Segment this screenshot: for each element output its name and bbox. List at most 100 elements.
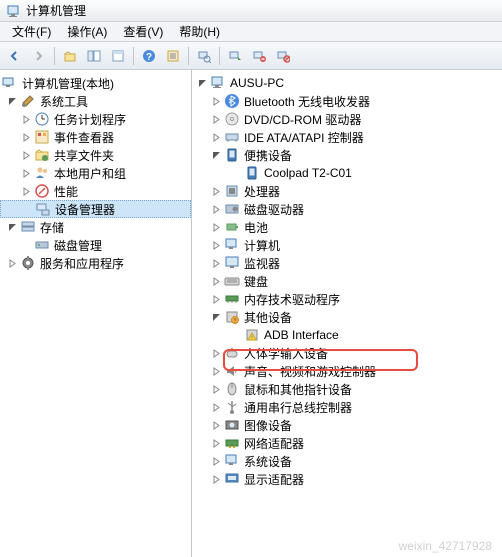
node-label: IDE ATA/ATAPI 控制器 — [244, 129, 364, 146]
expand-icon[interactable] — [210, 257, 222, 269]
device-node-display[interactable]: 显示适配器 — [192, 470, 502, 488]
app-icon — [6, 3, 22, 19]
node-computer-management-local[interactable]: 计算机管理(本地) — [0, 74, 191, 92]
help-button[interactable]: ? — [138, 45, 160, 67]
disable-button[interactable] — [272, 45, 294, 67]
node-system-tools[interactable]: 系统工具 — [0, 92, 191, 110]
mem-icon — [224, 291, 240, 307]
device-node-disk_drives[interactable]: 磁盘驱动器 — [192, 200, 502, 218]
window-title: 计算机管理 — [26, 2, 86, 19]
node-label: 本地用户和组 — [54, 165, 126, 182]
storage-icon — [20, 219, 36, 235]
expand-icon[interactable] — [210, 95, 222, 107]
expand-icon[interactable] — [210, 131, 222, 143]
expand-icon[interactable] — [210, 113, 222, 125]
node-label: 计算机 — [244, 237, 280, 254]
collapse-icon[interactable] — [6, 95, 18, 107]
node-local-users-groups[interactable]: 本地用户和组 — [0, 164, 191, 182]
expand-icon[interactable] — [210, 473, 222, 485]
device-node-dvd[interactable]: DVD/CD-ROM 驱动器 — [192, 110, 502, 128]
collapse-icon[interactable] — [196, 77, 208, 89]
back-button[interactable] — [4, 45, 26, 67]
node-label: DVD/CD-ROM 驱动器 — [244, 111, 361, 128]
device-node-batteries[interactable]: 电池 — [192, 218, 502, 236]
scan-button[interactable] — [193, 45, 215, 67]
node-performance[interactable]: 性能 — [0, 182, 191, 200]
device-node-keyboards[interactable]: 键盘 — [192, 272, 502, 290]
computer-icon — [210, 75, 226, 91]
device-node-processors[interactable]: 处理器 — [192, 182, 502, 200]
expand-icon[interactable] — [210, 365, 222, 377]
device-tree-pane: AUSU-PC Bluetooth 无线电收发器DVD/CD-ROM 驱动器ID… — [192, 70, 502, 557]
properties-button[interactable] — [162, 45, 184, 67]
device-node-portable[interactable]: 便携设备 — [192, 146, 502, 164]
expand-icon[interactable] — [210, 455, 222, 467]
other-icon: ? — [224, 309, 240, 325]
expand-icon[interactable] — [20, 131, 32, 143]
expand-icon[interactable] — [210, 401, 222, 413]
node-shared-folders[interactable]: 共享文件夹 — [0, 146, 191, 164]
comp-icon — [224, 237, 240, 253]
expand-icon[interactable] — [210, 347, 222, 359]
watermark-text: weixin_42717928 — [399, 539, 492, 553]
device-node-memory_tech[interactable]: 内存技术驱动程序 — [192, 290, 502, 308]
expand-icon[interactable] — [6, 257, 18, 269]
node-device-manager[interactable]: 设备管理器 — [0, 200, 191, 218]
menu-view[interactable]: 查看(V) — [115, 23, 171, 40]
device-node-other_devices[interactable]: ?其他设备 — [192, 308, 502, 326]
device-node-hid[interactable]: 人体学输入设备 — [192, 344, 502, 362]
expand-icon[interactable] — [210, 221, 222, 233]
expand-icon[interactable] — [210, 239, 222, 251]
device-node-sound[interactable]: 声音、视频和游戏控制器 — [192, 362, 502, 380]
up-button[interactable] — [59, 45, 81, 67]
node-event-viewer[interactable]: 事件查看器 — [0, 128, 191, 146]
expand-icon[interactable] — [20, 185, 32, 197]
expand-icon[interactable] — [20, 167, 32, 179]
dvd-icon — [224, 111, 240, 127]
device-node-mice[interactable]: 鼠标和其他指针设备 — [192, 380, 502, 398]
collapse-icon[interactable] — [6, 221, 18, 233]
device-node-network[interactable]: 网络适配器 — [192, 434, 502, 452]
expand-icon[interactable] — [20, 113, 32, 125]
expand-icon[interactable] — [210, 275, 222, 287]
device-node-bluetooth[interactable]: Bluetooth 无线电收发器 — [192, 92, 502, 110]
forward-button[interactable] — [28, 45, 50, 67]
collapse-icon[interactable] — [210, 149, 222, 161]
device-node-adb[interactable]: !ADB Interface — [192, 326, 502, 344]
menu-action[interactable]: 操作(A) — [59, 23, 115, 40]
device-node-monitors[interactable]: 监视器 — [192, 254, 502, 272]
expand-icon[interactable] — [210, 437, 222, 449]
node-label: 系统工具 — [40, 93, 88, 110]
collapse-icon[interactable] — [210, 311, 222, 323]
node-services-apps[interactable]: 服务和应用程序 — [0, 254, 191, 272]
device-node-system_devices[interactable]: 系统设备 — [192, 452, 502, 470]
device-node-coolpad[interactable]: Coolpad T2-C01 — [192, 164, 502, 182]
node-label: Coolpad T2-C01 — [264, 166, 352, 180]
expand-icon[interactable] — [210, 383, 222, 395]
node-label: 任务计划程序 — [54, 111, 126, 128]
node-disk-management[interactable]: 磁盘管理 — [0, 236, 191, 254]
expand-icon[interactable] — [20, 149, 32, 161]
uninstall-button[interactable] — [248, 45, 270, 67]
node-label: 服务和应用程序 — [40, 255, 124, 272]
sys-icon — [224, 453, 240, 469]
show-hide-tree-button[interactable] — [83, 45, 105, 67]
device-node-ide[interactable]: IDE ATA/ATAPI 控制器 — [192, 128, 502, 146]
menu-help[interactable]: 帮助(H) — [171, 23, 228, 40]
computer-management-icon — [2, 75, 18, 91]
expand-icon[interactable] — [210, 419, 222, 431]
node-storage[interactable]: 存储 — [0, 218, 191, 236]
device-node-computer[interactable]: 计算机 — [192, 236, 502, 254]
device-node-imaging[interactable]: 图像设备 — [192, 416, 502, 434]
expand-icon[interactable] — [210, 293, 222, 305]
node-task-scheduler[interactable]: 任务计划程序 — [0, 110, 191, 128]
disk-icon — [224, 201, 240, 217]
node-computer-root[interactable]: AUSU-PC — [192, 74, 502, 92]
expand-icon[interactable] — [210, 185, 222, 197]
device-node-usb[interactable]: 通用串行总线控制器 — [192, 398, 502, 416]
export-button[interactable] — [107, 45, 129, 67]
node-label: 通用串行总线控制器 — [244, 399, 352, 416]
expand-icon[interactable] — [210, 203, 222, 215]
menu-file[interactable]: 文件(F) — [4, 23, 59, 40]
update-driver-button[interactable] — [224, 45, 246, 67]
